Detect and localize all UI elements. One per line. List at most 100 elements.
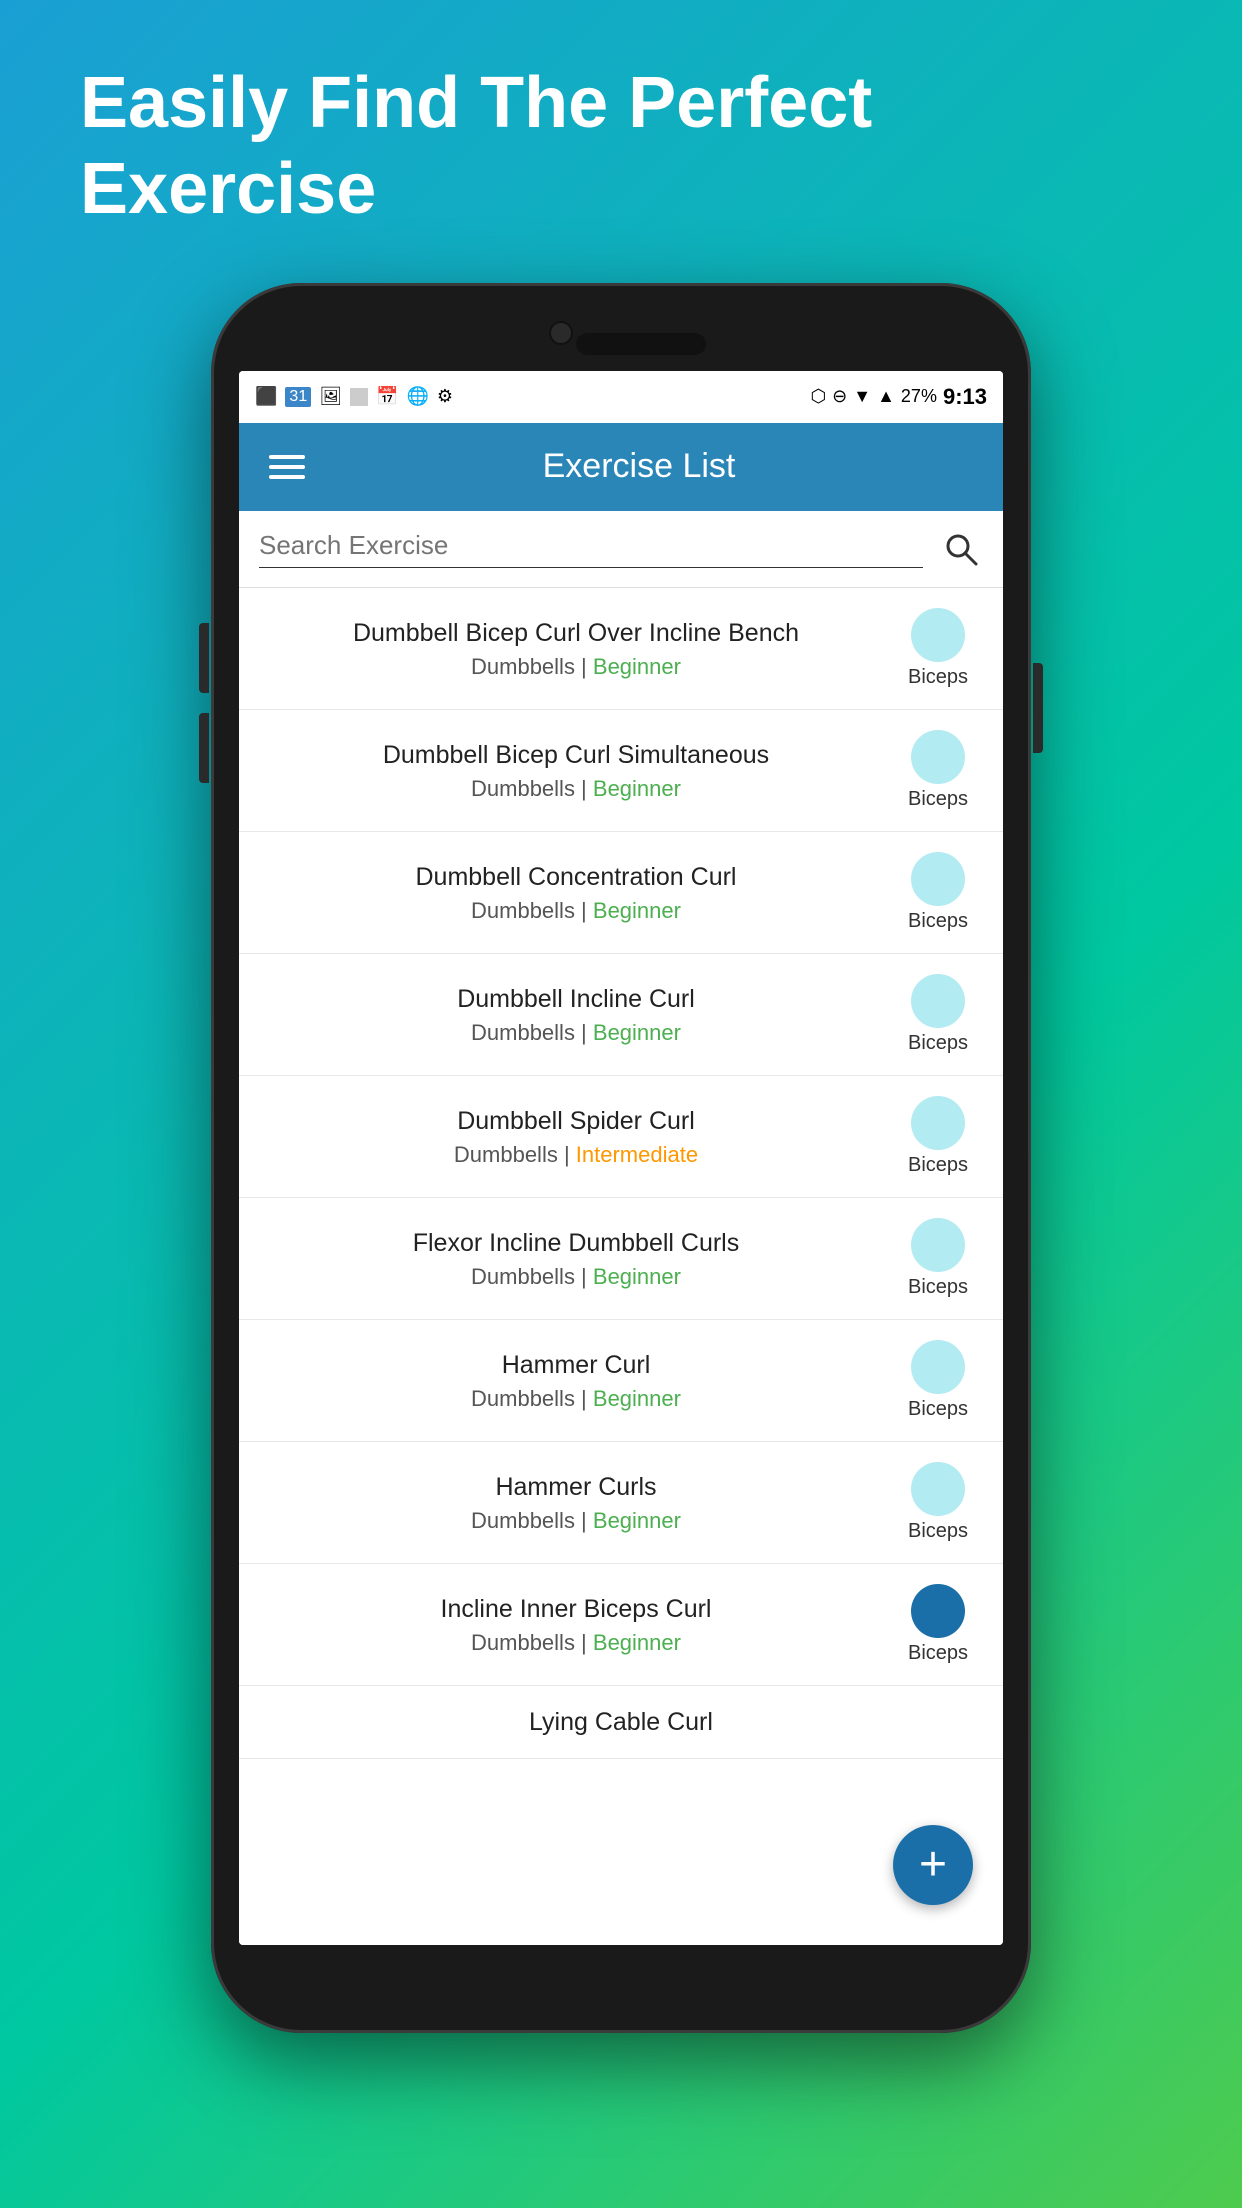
- exercise-name: Hammer Curls: [259, 1471, 893, 1504]
- dnd-icon: ⊖: [832, 386, 847, 407]
- exercise-level: Beginner: [593, 1508, 681, 1533]
- muscle-circle-icon: [911, 1340, 965, 1394]
- muscle-circle-icon: [911, 1584, 965, 1638]
- muscle-badge: Biceps: [893, 1340, 983, 1421]
- status-icon-calendar: 31: [285, 387, 311, 407]
- hero-title: Easily Find The Perfect Exercise: [0, 0, 1242, 273]
- muscle-circle-icon: [911, 608, 965, 662]
- muscle-label: Biceps: [908, 1642, 968, 1665]
- status-icon-browser: 🌐: [407, 386, 429, 407]
- battery-label: 27%: [901, 386, 937, 407]
- search-bar: [239, 511, 1003, 588]
- exercise-info: Flexor Incline Dumbbell Curls Dumbbells …: [259, 1227, 893, 1290]
- exercise-level: Beginner: [593, 1630, 681, 1655]
- status-bar: ⬛ 31 🖼 📅 🌐 ⚙ ⬡ ⊖ ▼ ▲ 27% 9:13: [239, 371, 1003, 423]
- app-bar: Exercise List: [239, 423, 1003, 511]
- exercise-name: Hammer Curl: [259, 1349, 893, 1382]
- muscle-label: Biceps: [908, 788, 968, 811]
- exercise-level: Beginner: [593, 898, 681, 923]
- exercise-list-item[interactable]: Dumbbell Spider Curl Dumbbells | Interme…: [239, 1076, 1003, 1198]
- muscle-circle-icon: [911, 1462, 965, 1516]
- exercise-meta: Dumbbells | Beginner: [259, 898, 893, 924]
- exercise-list-item[interactable]: Hammer Curls Dumbbells | Beginner Biceps: [239, 1442, 1003, 1564]
- exercise-level: Beginner: [593, 1020, 681, 1045]
- muscle-circle-icon: [911, 852, 965, 906]
- hamburger-line-3: [269, 475, 305, 479]
- muscle-circle-icon: [911, 974, 965, 1028]
- exercise-name: Dumbbell Bicep Curl Simultaneous: [259, 739, 893, 772]
- muscle-badge: Biceps: [893, 1584, 983, 1665]
- search-button[interactable]: [939, 527, 983, 571]
- status-icon-gallery: 🖼: [319, 386, 342, 407]
- status-icon-dots: ⚙: [437, 386, 453, 407]
- phone-camera: [549, 321, 573, 345]
- phone-screen: ⬛ 31 🖼 📅 🌐 ⚙ ⬡ ⊖ ▼ ▲ 27% 9:13: [239, 371, 1003, 1945]
- exercise-level: Beginner: [593, 1386, 681, 1411]
- exercise-info: Dumbbell Incline Curl Dumbbells | Beginn…: [259, 983, 893, 1046]
- exercise-info: Dumbbell Concentration Curl Dumbbells | …: [259, 861, 893, 924]
- bluetooth-icon: ⬡: [810, 386, 826, 407]
- exercise-info: Lying Cable Curl: [259, 1706, 983, 1739]
- muscle-label: Biceps: [908, 666, 968, 689]
- hamburger-line-1: [269, 455, 305, 459]
- screen-content: ⬛ 31 🖼 📅 🌐 ⚙ ⬡ ⊖ ▼ ▲ 27% 9:13: [239, 371, 1003, 1945]
- muscle-label: Biceps: [908, 1398, 968, 1421]
- exercise-list-item[interactable]: Incline Inner Biceps Curl Dumbbells | Be…: [239, 1564, 1003, 1686]
- exercise-level: Beginner: [593, 1264, 681, 1289]
- exercise-name: Dumbbell Incline Curl: [259, 983, 893, 1016]
- phone-vol-up-button[interactable]: [199, 623, 209, 693]
- exercise-list-item[interactable]: Dumbbell Incline Curl Dumbbells | Beginn…: [239, 954, 1003, 1076]
- muscle-badge: Biceps: [893, 1218, 983, 1299]
- exercise-meta: Dumbbells | Beginner: [259, 1264, 893, 1290]
- muscle-label: Biceps: [908, 1032, 968, 1055]
- muscle-label: Biceps: [908, 1154, 968, 1177]
- search-input[interactable]: [259, 530, 923, 568]
- wifi-icon: ▼: [853, 386, 871, 407]
- status-icon-messages: ⬛: [255, 386, 277, 407]
- exercise-meta: Dumbbells | Beginner: [259, 1386, 893, 1412]
- status-icons-left: ⬛ 31 🖼 📅 🌐 ⚙: [255, 386, 453, 407]
- muscle-circle-icon: [911, 730, 965, 784]
- exercise-info: Hammer Curls Dumbbells | Beginner: [259, 1471, 893, 1534]
- exercise-meta: Dumbbells | Beginner: [259, 1630, 893, 1656]
- phone-speaker: [576, 333, 706, 355]
- exercise-list-item[interactable]: Dumbbell Concentration Curl Dumbbells | …: [239, 832, 1003, 954]
- exercise-level: Beginner: [593, 654, 681, 679]
- hamburger-menu-button[interactable]: [269, 455, 305, 479]
- exercise-meta: Dumbbells | Beginner: [259, 1508, 893, 1534]
- exercise-name: Dumbbell Spider Curl: [259, 1105, 893, 1138]
- phone-power-button[interactable]: [1033, 663, 1043, 753]
- muscle-label: Biceps: [908, 1520, 968, 1543]
- app-bar-title: Exercise List: [305, 447, 973, 486]
- phone-mockup: ⬛ 31 🖼 📅 🌐 ⚙ ⬡ ⊖ ▼ ▲ 27% 9:13: [211, 283, 1031, 2033]
- status-icon-app: [350, 388, 368, 406]
- exercise-list-item[interactable]: Flexor Incline Dumbbell Curls Dumbbells …: [239, 1198, 1003, 1320]
- muscle-badge: Biceps: [893, 1462, 983, 1543]
- exercise-meta: Dumbbells | Intermediate: [259, 1142, 893, 1168]
- exercise-info: Hammer Curl Dumbbells | Beginner: [259, 1349, 893, 1412]
- exercise-list-item[interactable]: Hammer Curl Dumbbells | Beginner Biceps: [239, 1320, 1003, 1442]
- exercise-level: Intermediate: [576, 1142, 698, 1167]
- phone-vol-down-button[interactable]: [199, 713, 209, 783]
- muscle-badge: Biceps: [893, 1096, 983, 1177]
- muscle-badge: Biceps: [893, 608, 983, 689]
- exercise-meta: Dumbbells | Beginner: [259, 654, 893, 680]
- exercise-list-item[interactable]: Dumbbell Bicep Curl Simultaneous Dumbbel…: [239, 710, 1003, 832]
- exercise-name: Dumbbell Bicep Curl Over Incline Bench: [259, 617, 893, 650]
- exercise-name: Incline Inner Biceps Curl: [259, 1593, 893, 1626]
- signal-icon: ▲: [877, 386, 895, 407]
- muscle-circle-icon: [911, 1096, 965, 1150]
- exercise-list-item[interactable]: Lying Cable Curl: [239, 1686, 1003, 1760]
- exercise-info: Dumbbell Bicep Curl Simultaneous Dumbbel…: [259, 739, 893, 802]
- add-exercise-fab[interactable]: +: [893, 1825, 973, 1905]
- exercise-info: Dumbbell Spider Curl Dumbbells | Interme…: [259, 1105, 893, 1168]
- exercise-meta: Dumbbells | Beginner: [259, 1020, 893, 1046]
- exercise-list-item[interactable]: Dumbbell Bicep Curl Over Incline Bench D…: [239, 588, 1003, 710]
- exercise-level: Beginner: [593, 776, 681, 801]
- hamburger-line-2: [269, 465, 305, 469]
- exercise-name: Lying Cable Curl: [259, 1706, 983, 1739]
- muscle-label: Biceps: [908, 910, 968, 933]
- muscle-badge: Biceps: [893, 852, 983, 933]
- exercise-meta: Dumbbells | Beginner: [259, 776, 893, 802]
- exercise-list: Dumbbell Bicep Curl Over Incline Bench D…: [239, 588, 1003, 1945]
